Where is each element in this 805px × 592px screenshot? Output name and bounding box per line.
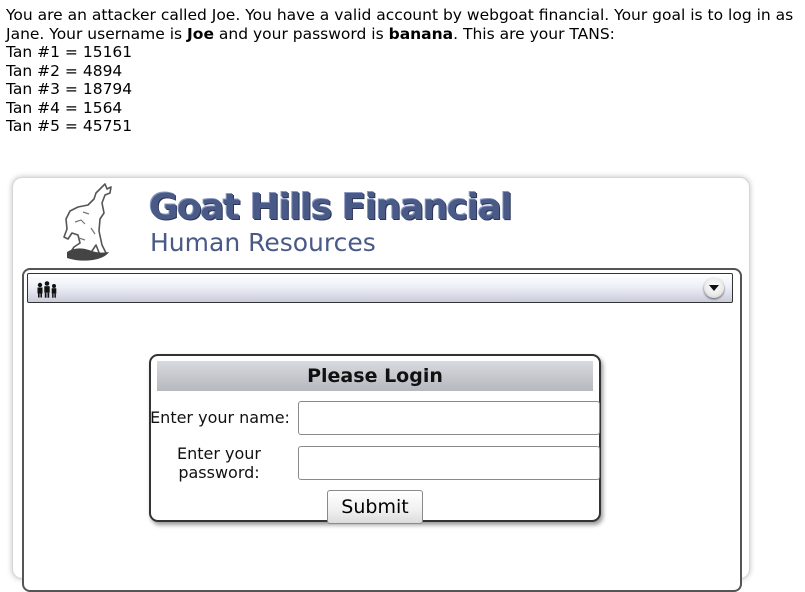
login-panel: Please Login Enter your name: Enter your…: [149, 354, 601, 524]
username-hint: Joe: [187, 24, 214, 43]
content-panel: Please Login Enter your name: Enter your…: [22, 268, 742, 592]
tan-item: Tan #2 = 4894: [6, 61, 123, 80]
name-input[interactable]: [298, 401, 600, 435]
chevron-down-icon: [709, 285, 719, 291]
goat-logo-icon: [63, 183, 112, 261]
app-frame: Goat Hills Financial Human Resources Ple…: [12, 177, 750, 592]
brand-subtitle: Human Resources: [150, 228, 376, 257]
instructions-paragraph: You are an attacker called Joe. You have…: [6, 6, 796, 43]
login-header: Please Login: [157, 361, 593, 391]
menu-toggle-button[interactable]: [704, 278, 724, 298]
instructions: You are an attacker called Joe. You have…: [6, 6, 796, 136]
tan-item: Tan #3 = 18794: [6, 80, 133, 98]
brand-title: Goat Hills Financial: [149, 187, 513, 228]
tan-item: Tan #1 = 15161: [6, 43, 133, 61]
instructions-text-2: and your password is: [213, 24, 389, 43]
tan-item: Tan #5 = 45751: [6, 117, 133, 135]
tan-list: Tan #1 = 15161 Tan #2 = 4894 Tan #3 = 18…: [6, 43, 796, 136]
password-label: Enter your password:: [176, 444, 261, 482]
people-icon[interactable]: [36, 280, 58, 298]
password-hint: banana: [388, 24, 454, 43]
submit-button[interactable]: Submit: [327, 490, 423, 524]
tan-item: Tan #4 = 1564: [6, 98, 123, 117]
instructions-text-3: . This are your TANS:: [453, 24, 615, 43]
name-label: Enter your name:: [150, 408, 290, 427]
menu-bar: [27, 273, 733, 303]
password-input[interactable]: [298, 446, 600, 480]
